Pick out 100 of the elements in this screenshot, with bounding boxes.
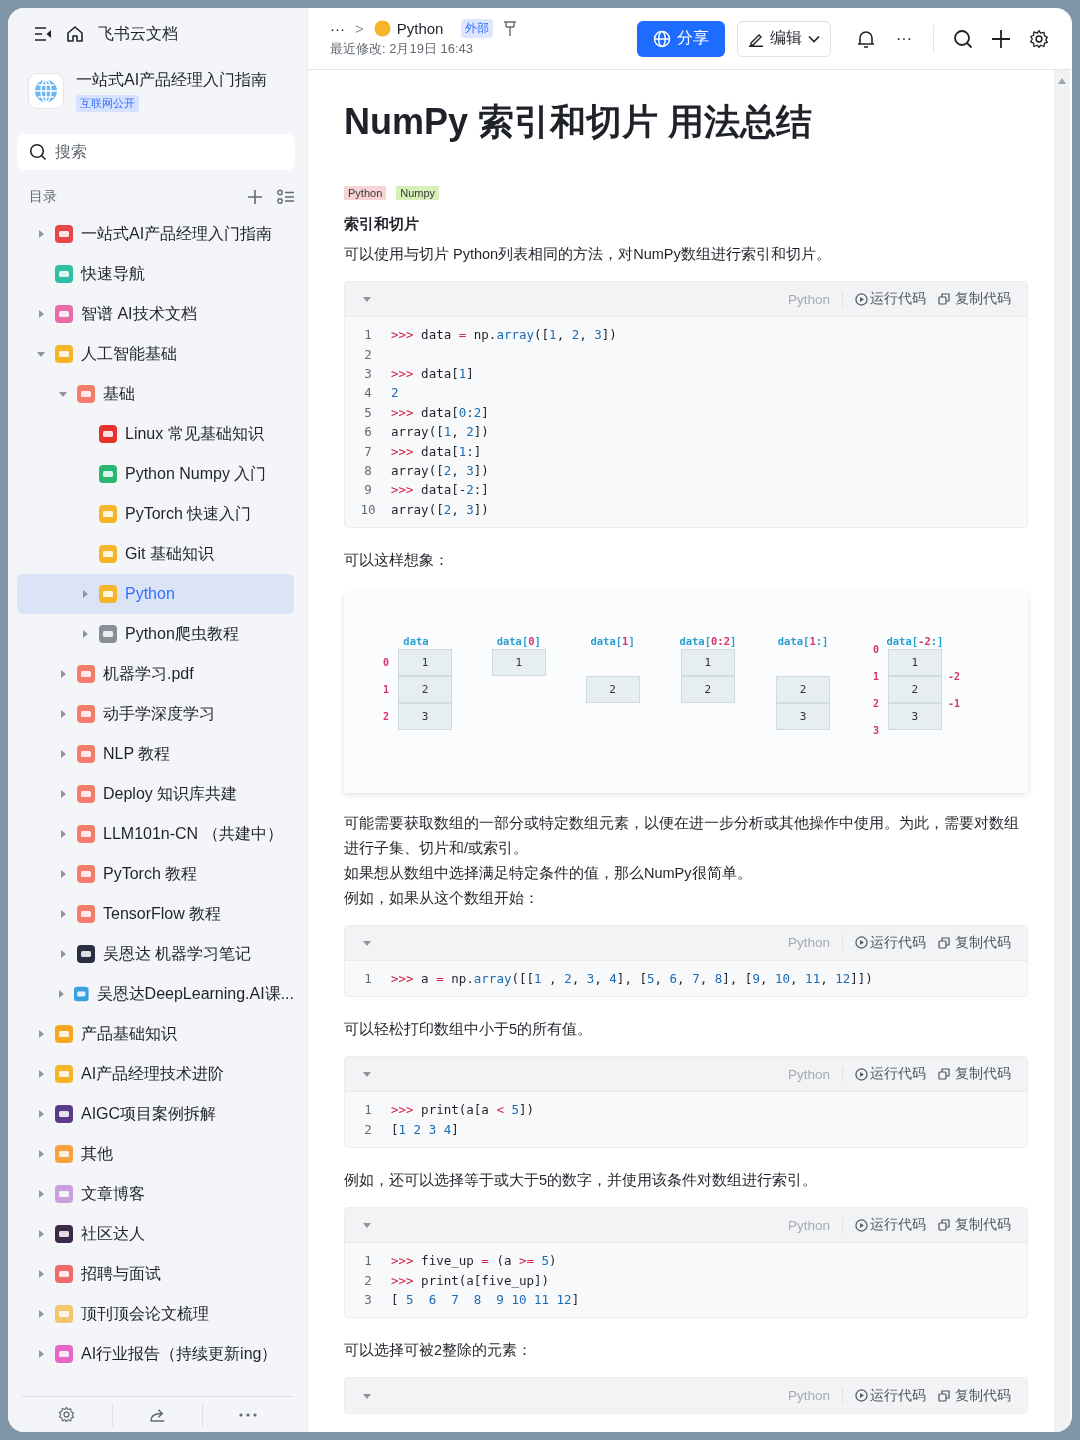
code-line: >>> data[-2:]: [391, 482, 489, 498]
caret-down-icon: [363, 1391, 371, 1400]
caret-right-icon: [81, 590, 89, 598]
workspace-title[interactable]: 一站式AI产品经理入门指南: [76, 70, 268, 91]
tree-item[interactable]: Python Numpy 入门: [17, 454, 294, 494]
breadcrumb-page[interactable]: Python: [396, 20, 444, 37]
tree-item[interactable]: 产品基础知识: [17, 1014, 294, 1054]
caret-right-icon: [37, 1270, 45, 1278]
breadcrumb-more[interactable]: ···: [330, 20, 345, 37]
copy-code-button[interactable]: 复制代码: [938, 1216, 1011, 1235]
tree-item[interactable]: LLM101n-CN （共建中）: [17, 814, 294, 854]
code-line: >>> data[1:]: [391, 443, 482, 459]
tree-item[interactable]: PyTorch 快速入门: [17, 494, 294, 534]
tree-item[interactable]: 人工智能基础: [17, 334, 294, 374]
code-line: 2: [391, 385, 399, 401]
search-icon: [953, 28, 973, 49]
share-button[interactable]: 分享: [637, 20, 725, 57]
array-cell: 2: [680, 675, 735, 703]
run-code-button[interactable]: 运行代码: [855, 1386, 926, 1405]
tree-item[interactable]: NLP 教程: [17, 734, 294, 774]
search-icon: [29, 143, 47, 161]
line-number: 7: [363, 443, 373, 459]
tree-item[interactable]: AI产品经理技术进阶: [17, 1054, 294, 1094]
tree-item[interactable]: 基础: [17, 374, 294, 414]
tree-item[interactable]: Git 基础知识: [17, 534, 294, 574]
caret-down-icon: [363, 1070, 371, 1079]
tree-item[interactable]: AI行业报告（持续更新ing）: [17, 1334, 294, 1374]
caret-down-icon: [363, 1221, 371, 1230]
line-number: 2: [363, 346, 373, 362]
caret-right-icon: [59, 910, 67, 918]
caret-right-icon: [37, 1070, 45, 1078]
home-icon[interactable]: [66, 25, 84, 43]
array-cell: 1: [398, 648, 452, 676]
plus-icon: [991, 28, 1011, 49]
edit-button[interactable]: 编辑: [737, 20, 831, 57]
tree-item[interactable]: 社区达人: [17, 1214, 294, 1254]
run-code-button[interactable]: 运行代码: [855, 290, 926, 308]
pin-icon[interactable]: [503, 20, 518, 37]
caret-down-icon: [59, 390, 67, 398]
run-code-button[interactable]: 运行代码: [855, 1216, 926, 1235]
caret-right-icon: [37, 1350, 45, 1358]
tree-item[interactable]: Deploy 知识库共建: [17, 774, 294, 814]
list-icon[interactable]: [277, 189, 295, 205]
tree-item[interactable]: 招聘与面试: [17, 1254, 294, 1294]
tree-item[interactable]: 文章博客: [17, 1174, 294, 1214]
play-icon: [855, 1389, 868, 1403]
index-label: -1: [947, 696, 960, 711]
tree-item[interactable]: 顶刊顶会论文梳理: [17, 1294, 294, 1334]
slice-label: data: [403, 634, 429, 649]
copy-code-button[interactable]: 复制代码: [938, 290, 1011, 308]
caret-right-icon: [59, 790, 67, 798]
paragraph: 可以选择可被2整除的元素：: [344, 1341, 534, 1361]
tree-item[interactable]: 快速导航: [17, 254, 294, 294]
code-line: >>> a = np.array([[1 , 2, 3, 4], [5, 6, 7, 8], [9, 10, 11, 12]]): [391, 971, 873, 987]
copy-code-button[interactable]: 复制代码: [938, 1386, 1011, 1405]
add-icon[interactable]: [247, 189, 263, 205]
caret-right-icon: [59, 670, 67, 678]
index-label: 1: [382, 682, 390, 697]
copy-icon: [938, 1219, 950, 1232]
tree-item[interactable]: 其他: [17, 1134, 294, 1174]
tree-item[interactable]: Python爬虫教程: [17, 614, 294, 654]
more-button[interactable]: ···: [885, 23, 923, 54]
collapse-sidebar-icon[interactable]: [34, 26, 52, 42]
caret-right-icon: [37, 1030, 45, 1038]
caret-down-icon: [37, 350, 45, 358]
copy-code-button[interactable]: 复制代码: [938, 1065, 1011, 1084]
array-cell: 3: [887, 702, 942, 730]
copy-code-button[interactable]: 复制代码: [938, 933, 1011, 952]
caret-right-icon: [37, 1190, 45, 1198]
tree-item[interactable]: AIGC项目案例拆解: [17, 1094, 294, 1134]
section-heading: 索引和切片: [344, 214, 420, 234]
array-cell: 2: [398, 675, 452, 703]
caret-down-icon: [363, 295, 371, 303]
code-line: >>> print(a[a < 5]): [391, 1102, 535, 1118]
gear-icon: [1029, 28, 1049, 49]
line-number: 5: [363, 404, 373, 420]
code-line: array([2, 3]): [391, 462, 489, 478]
paragraph: 例如，如果从这个数组开始：: [344, 888, 540, 908]
app-title[interactable]: 飞书云文档: [98, 23, 178, 45]
language-label: Python: [787, 935, 843, 951]
code-line: >>> data = np.array([1, 2, 3]): [391, 327, 617, 343]
tree-item[interactable]: 吴恩达 机器学习笔记: [17, 934, 294, 974]
run-code-button[interactable]: 运行代码: [855, 933, 926, 952]
tree-item[interactable]: Linux 常见基础知识: [17, 414, 294, 454]
paragraph: 可以轻松打印数组中小于5的所有值。: [344, 1020, 594, 1040]
index-label: 1: [871, 669, 880, 684]
tree-item[interactable]: 动手学深度学习: [17, 694, 294, 734]
copy-icon: [938, 936, 950, 949]
tree-item[interactable]: 一站式AI产品经理入门指南: [17, 214, 294, 254]
tree-item[interactable]: PyTorch 教程: [17, 854, 294, 894]
tree-item[interactable]: 机器学习.pdf: [17, 654, 294, 694]
search-field[interactable]: 搜索: [17, 134, 295, 170]
play-icon: [855, 1218, 868, 1232]
run-code-button[interactable]: 运行代码: [855, 1065, 926, 1084]
tree-item[interactable]: TensorFlow 教程: [17, 894, 294, 934]
toc-label: 目录: [29, 188, 58, 206]
tree-item[interactable]: 吴恩达DeepLearning.AI课...: [17, 974, 294, 1014]
tag: Python: [344, 186, 387, 200]
tree-item[interactable]: 智谱 AI技术文档: [17, 294, 294, 334]
copy-icon: [938, 1068, 950, 1081]
